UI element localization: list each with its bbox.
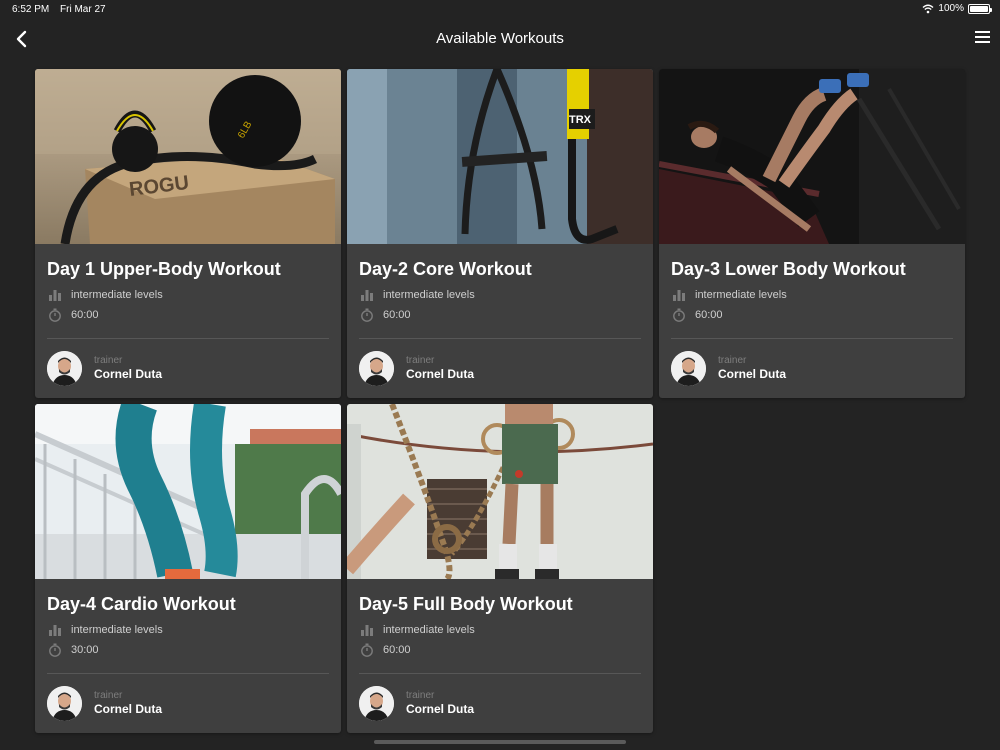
trainer-label: trainer	[406, 690, 435, 701]
trainer-name: Cornel Duta	[406, 702, 475, 716]
trainer-label: trainer	[94, 690, 123, 701]
workout-level: intermediate levels	[383, 289, 475, 301]
trainer-label: trainer	[406, 355, 435, 366]
workout-level: intermediate levels	[71, 624, 163, 636]
navigation-bar: Available Workouts	[0, 22, 1000, 56]
workout-duration: 30:00	[71, 644, 99, 656]
battery-icon	[968, 3, 992, 14]
home-indicator[interactable]	[374, 740, 626, 744]
divider	[359, 673, 641, 674]
bar-chart-icon	[673, 290, 685, 301]
trainer-info: trainer Cornel Duta	[47, 686, 162, 721]
workout-duration: 60:00	[71, 309, 99, 321]
workout-duration: 60:00	[383, 309, 411, 321]
trainer-info: trainer Cornel Duta	[359, 351, 474, 386]
status-time: 6:52 PM	[12, 4, 50, 15]
kettlebell-box-photo: ROGU 6LB	[35, 69, 341, 244]
battery-percent: 100%	[938, 3, 964, 14]
avatar	[47, 686, 82, 721]
stopwatch-icon	[673, 308, 685, 322]
stopwatch-icon	[49, 308, 61, 322]
workout-title: Day-2 Core Workout	[359, 259, 532, 279]
workout-card[interactable]: Day-4 Cardio Workout intermediate levels…	[35, 404, 341, 733]
menu-button[interactable]	[975, 31, 990, 45]
bar-chart-icon	[49, 290, 61, 301]
bar-chart-icon	[49, 625, 61, 636]
wifi-icon	[922, 4, 934, 13]
trainer-label: trainer	[94, 355, 123, 366]
stopwatch-icon	[361, 643, 373, 657]
avatar	[47, 351, 82, 386]
leg-press-photo	[659, 69, 965, 244]
workout-title: Day 1 Upper-Body Workout	[47, 259, 281, 279]
stopwatch-icon	[49, 643, 61, 657]
bar-chart-icon	[361, 290, 373, 301]
divider	[359, 338, 641, 339]
workout-card[interactable]: ROGU 6LB Day 1 Upper-Body Workout interm…	[35, 69, 341, 398]
trainer-info: trainer Cornel Duta	[359, 686, 474, 721]
trainer-name: Cornel Duta	[718, 367, 787, 381]
status-date: Fri Mar 27	[60, 4, 106, 15]
trx-straps-photo: TRX	[347, 69, 653, 244]
workout-duration: 60:00	[695, 309, 723, 321]
workout-level: intermediate levels	[71, 289, 163, 301]
gym-rings-photo	[347, 404, 653, 579]
stairs-runner-photo	[35, 404, 341, 579]
workout-level: intermediate levels	[383, 624, 475, 636]
trainer-info: trainer Cornel Duta	[47, 351, 162, 386]
hamburger-icon	[975, 31, 990, 33]
trainer-info: trainer Cornel Duta	[671, 351, 786, 386]
trainer-name: Cornel Duta	[94, 367, 163, 381]
workout-card[interactable]: TRX Day-2 Core Workout intermediate leve…	[347, 69, 653, 398]
workout-title: Day-5 Full Body Workout	[359, 594, 573, 614]
divider	[47, 673, 329, 674]
status-bar: 6:52 PM Fri Mar 27 100%	[0, 0, 1000, 18]
svg-text:TRX: TRX	[569, 114, 592, 126]
workout-title: Day-3 Lower Body Workout	[671, 259, 906, 279]
stopwatch-icon	[361, 308, 373, 322]
avatar	[359, 351, 394, 386]
divider	[671, 338, 953, 339]
workout-level: intermediate levels	[695, 289, 787, 301]
bar-chart-icon	[361, 625, 373, 636]
workout-duration: 60:00	[383, 644, 411, 656]
page-title: Available Workouts	[436, 30, 564, 47]
trainer-label: trainer	[718, 355, 747, 366]
workout-card[interactable]: Day-3 Lower Body Workout intermediate le…	[659, 69, 965, 398]
avatar	[359, 686, 394, 721]
avatar	[671, 351, 706, 386]
workout-title: Day-4 Cardio Workout	[47, 594, 236, 614]
trainer-name: Cornel Duta	[94, 702, 163, 716]
trainer-name: Cornel Duta	[406, 367, 475, 381]
workout-card[interactable]: Day-5 Full Body Workout intermediate lev…	[347, 404, 653, 733]
divider	[47, 338, 329, 339]
